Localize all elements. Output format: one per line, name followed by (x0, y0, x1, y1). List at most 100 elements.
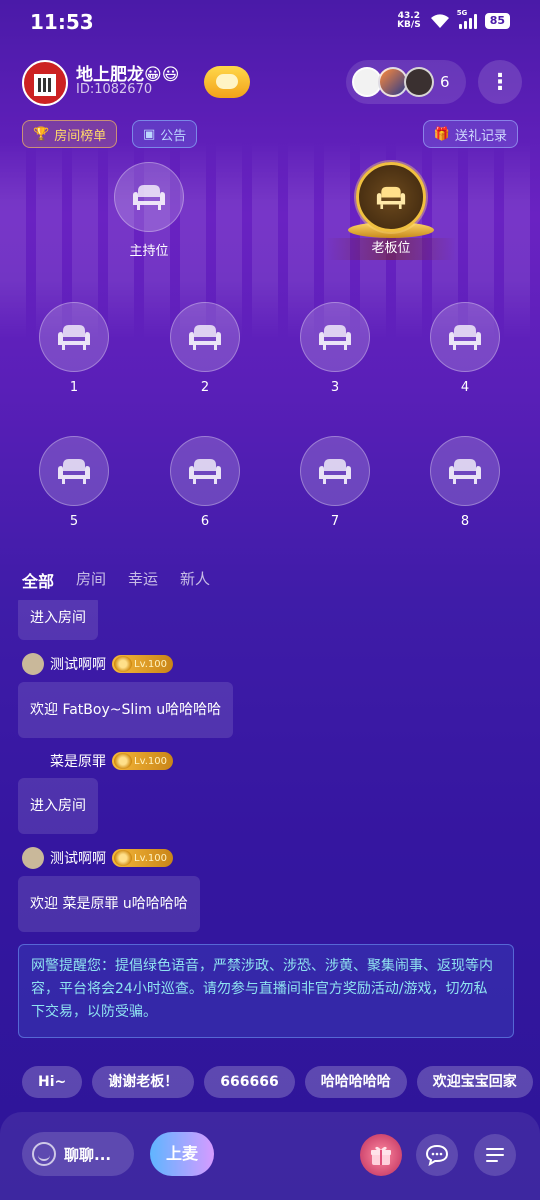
trophy-icon: 🏆 (33, 126, 50, 142)
seat-5[interactable]: 5 (39, 436, 109, 529)
status-icons: 43.2 KB/S 5G 85 (397, 9, 510, 30)
seat-host[interactable]: 主持位 (114, 162, 184, 259)
chat-user-row: 测试啊啊 Lv.100 (22, 653, 173, 675)
sofa-icon (58, 459, 90, 484)
level-text: Lv.100 (134, 755, 167, 767)
seat-3[interactable]: 3 (300, 302, 370, 395)
quick-reply-button[interactable]: 谢谢老板！ (92, 1066, 195, 1098)
seat-2[interactable]: 2 (170, 302, 240, 395)
gift-log-label: 送礼记录 (454, 128, 507, 144)
level-text: Lv.100 (134, 852, 167, 864)
chat-username[interactable]: 测试啊啊 (50, 654, 106, 674)
room-rank-button[interactable]: 🏆 房间榜单 (22, 120, 118, 148)
signal-icon: 5G (457, 9, 477, 29)
chat-bubble: 进入房间 (18, 778, 98, 834)
sofa-icon (189, 459, 221, 484)
notice-button[interactable]: ▣ 公告 (132, 120, 198, 148)
tab-room[interactable]: 房间 (76, 568, 106, 592)
seat-label: 老板位 (326, 238, 456, 260)
chat-bubble: 进入房间 (18, 600, 98, 640)
room-header: 地上肥龙😀😃 ID:1082670 6 ⋮ (22, 58, 522, 108)
room-id: ID:1082670 (76, 82, 153, 97)
police-notice: 网警提醒您：提倡绿色语音，严禁涉政、涉恐、涉黄、聚集闹事、返现等内容，平台将会2… (18, 944, 514, 1038)
quick-reply-button[interactable]: 666666 (204, 1066, 295, 1098)
quick-replies: Hi~ 谢谢老板！ 666666 哈哈哈哈哈 欢迎宝宝回家 (22, 1066, 540, 1098)
net-speed-unit: KB/S (397, 20, 421, 30)
sofa-icon (449, 459, 481, 484)
seat-label: 1 (69, 380, 79, 395)
crown-icon (114, 753, 132, 769)
chat-input-placeholder: 聊聊... (64, 1145, 112, 1164)
menu-icon (486, 1148, 504, 1162)
chat-username[interactable]: 菜是原罪 (50, 751, 106, 771)
seat-label: 2 (200, 380, 210, 395)
gift-button[interactable] (360, 1134, 402, 1176)
follow-button[interactable] (204, 66, 250, 98)
more-button[interactable]: ⋮ (478, 60, 522, 104)
tab-lucky[interactable]: 幸运 (128, 568, 158, 592)
seat-label: 主持位 (129, 244, 169, 259)
seat-circle (114, 162, 184, 232)
seat-label: 6 (200, 514, 210, 529)
crown-icon (114, 850, 132, 866)
room-avatar[interactable] (22, 60, 68, 106)
seat-circle (170, 302, 240, 372)
avatar[interactable] (22, 847, 44, 869)
chat-user-row: 测试啊啊 Lv.100 (22, 847, 173, 869)
seat-circle (170, 436, 240, 506)
seat-8[interactable]: 8 (430, 436, 500, 529)
chat-username[interactable]: 测试啊啊 (50, 848, 106, 868)
net-speed: 43.2 KB/S (397, 12, 421, 30)
notice-icon: ▣ (143, 126, 156, 142)
level-text: Lv.100 (134, 658, 167, 670)
crown-icon (114, 656, 132, 672)
message-button[interactable] (416, 1134, 458, 1176)
notice-label: 公告 (160, 128, 187, 144)
chat-list[interactable]: 进入房间 测试啊啊 Lv.100 欢迎 FatBoy~Slim u哈哈哈哈 菜是… (18, 600, 518, 1040)
bottom-bar: 聊聊... 上麦 (0, 1112, 540, 1200)
avatar[interactable] (22, 653, 44, 675)
level-badge: Lv.100 (112, 849, 173, 867)
chat-bubble: 欢迎 菜是原罪 u哈哈哈哈 (18, 876, 200, 932)
chat-input[interactable]: 聊聊... (22, 1132, 134, 1176)
menu-button[interactable] (474, 1134, 516, 1176)
seat-6[interactable]: 6 (170, 436, 240, 529)
wifi-icon (430, 14, 449, 28)
level-badge: Lv.100 (112, 752, 173, 770)
seat-label: 7 (330, 514, 340, 529)
chat-user-row: 菜是原罪 Lv.100 (22, 750, 173, 772)
seat-circle (356, 162, 426, 232)
sofa-icon (449, 325, 481, 350)
seat-label: 8 (460, 514, 470, 529)
seat-circle (430, 302, 500, 372)
gift-log-icon: 🎁 (433, 126, 450, 142)
seat-boss[interactable]: 老板位 (326, 162, 456, 260)
quick-reply-button[interactable]: Hi~ (22, 1066, 83, 1098)
seat-label: 3 (330, 380, 340, 395)
battery-icon: 85 (484, 13, 510, 29)
sofa-icon (319, 325, 351, 350)
audience-list[interactable]: 6 (346, 60, 466, 104)
seat-circle (300, 436, 370, 506)
gift-log-button[interactable]: 🎁 送礼记录 (422, 120, 518, 148)
tab-all[interactable]: 全部 (22, 568, 54, 592)
sofa-icon (133, 185, 165, 210)
sofa-icon (189, 325, 221, 350)
quick-reply-button[interactable]: 哈哈哈哈哈 (304, 1066, 407, 1098)
seat-7[interactable]: 7 (300, 436, 370, 529)
room-rank-label: 房间榜单 (54, 128, 107, 144)
take-mic-button[interactable]: 上麦 (150, 1132, 214, 1176)
sofa-icon (319, 459, 351, 484)
emoji-icon[interactable] (32, 1142, 56, 1166)
seat-circle (300, 302, 370, 372)
tab-newbie[interactable]: 新人 (180, 568, 210, 592)
seat-4[interactable]: 4 (430, 302, 500, 395)
signal-tag: 5G (456, 9, 468, 17)
avatar[interactable] (22, 750, 44, 772)
quick-reply-button[interactable]: 欢迎宝宝回家 (416, 1066, 533, 1098)
seat-circle (39, 302, 109, 372)
status-time: 11:53 (30, 10, 94, 34)
level-badge: Lv.100 (112, 655, 173, 673)
seat-1[interactable]: 1 (39, 302, 109, 395)
chat-bubble: 欢迎 FatBoy~Slim u哈哈哈哈 (18, 682, 234, 738)
